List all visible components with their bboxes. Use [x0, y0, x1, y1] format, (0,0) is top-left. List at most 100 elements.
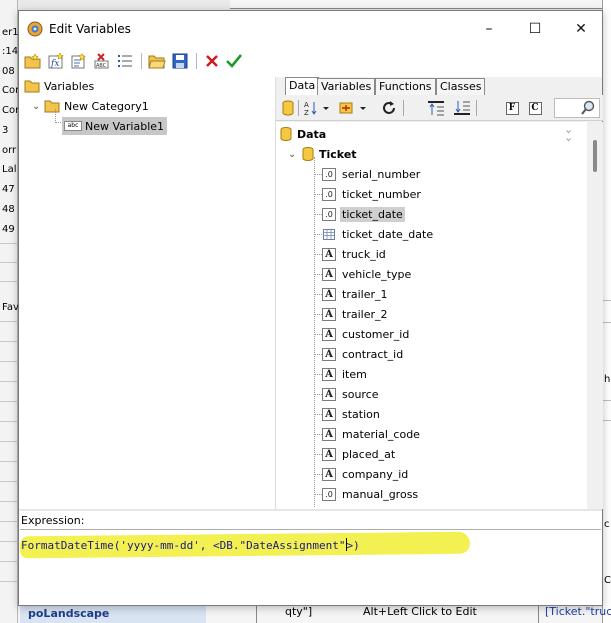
- bg-fragment: orr: [2, 145, 17, 156]
- field-row[interactable]: Atrailer_1: [322, 284, 387, 304]
- field-label: ticket_number: [342, 187, 421, 201]
- tab-functions[interactable]: Functions: [375, 78, 436, 95]
- panel-toolbar: AZ F C: [276, 95, 603, 121]
- sort-button[interactable]: AZ: [303, 99, 331, 117]
- new-category-button[interactable]: [23, 51, 43, 71]
- tree-node-category[interactable]: ⌄ New Category1: [32, 97, 149, 115]
- tree-connector: [315, 354, 322, 355]
- bg-fragment: Alt+Left Click to Edit: [363, 605, 477, 618]
- collapse-chevron-icon[interactable]: ⌄ ⌄: [564, 124, 573, 143]
- variable-icon: abc: [64, 121, 82, 131]
- field-row[interactable]: .0 manual_gross: [322, 484, 418, 504]
- splitter[interactable]: [19, 509, 602, 511]
- field-row[interactable]: Atrailer_2: [322, 304, 387, 324]
- field-label: ticket_date_date: [342, 227, 434, 241]
- chevron-down-icon[interactable]: ⌄: [32, 101, 44, 112]
- collapse-all-icon: [428, 101, 444, 116]
- field-row[interactable]: Acustomer_id: [322, 324, 409, 344]
- search-icon: [581, 100, 595, 115]
- format-f-button[interactable]: F: [504, 99, 520, 117]
- background-right-column: hi c Cl: [602, 0, 611, 623]
- format-c-button[interactable]: C: [527, 99, 543, 117]
- date-field-icon: [322, 227, 336, 241]
- field-row[interactable]: Aplaced_at: [322, 444, 395, 464]
- minimize-button[interactable]: –: [466, 11, 512, 47]
- field-row[interactable]: Aitem: [322, 364, 367, 384]
- field-row[interactable]: .0 ticket_date: [322, 204, 405, 224]
- edit-variables-dialog: Edit Variables – ☐ ✕ fx ABC Variables ⌄ …: [18, 10, 603, 606]
- refresh-button[interactable]: [380, 99, 398, 117]
- dialog-toolbar: fx ABC: [19, 47, 602, 75]
- database-button[interactable]: [281, 99, 295, 117]
- tab-classes[interactable]: Classes: [436, 78, 486, 95]
- tab-variables[interactable]: Variables: [317, 78, 376, 95]
- tree-connector: [315, 254, 322, 255]
- delete-button[interactable]: ABC: [92, 51, 112, 71]
- tree-node-variables[interactable]: Variables: [24, 77, 94, 95]
- new-function-icon: fx: [48, 53, 64, 69]
- field-row[interactable]: Asource: [322, 384, 379, 404]
- maximize-button[interactable]: ☐: [512, 11, 558, 47]
- chevron-down-icon[interactable]: ⌄: [288, 149, 302, 160]
- bg-fragment: Cl: [604, 575, 611, 586]
- cancel-button[interactable]: [202, 51, 222, 71]
- text-field-icon: A: [322, 367, 336, 381]
- expression-text[interactable]: FormatDateTime('yyyy-mm-dd', <DB."DateAs…: [21, 538, 360, 552]
- tree-connector: [315, 234, 322, 235]
- title-bar[interactable]: Edit Variables – ☐ ✕: [19, 11, 602, 47]
- list-button[interactable]: [115, 51, 135, 71]
- save-icon: [172, 53, 188, 69]
- field-row[interactable]: .0 serial_number: [322, 164, 420, 184]
- numeric-field-icon: .0: [322, 187, 336, 201]
- save-button[interactable]: [170, 51, 190, 71]
- edit-button[interactable]: [69, 51, 89, 71]
- data-root-node[interactable]: Data: [280, 124, 326, 144]
- search-input[interactable]: [554, 98, 600, 118]
- field-row[interactable]: Acontract_id: [322, 344, 403, 364]
- ok-button[interactable]: [224, 51, 244, 71]
- tree-connector: [315, 454, 322, 455]
- text-field-icon: A: [322, 267, 336, 281]
- expand-all-button[interactable]: [453, 99, 471, 117]
- bg-fragment: Fav: [2, 302, 18, 313]
- scrollbar-thumb[interactable]: [593, 140, 597, 172]
- bg-fragment: Cor: [2, 85, 18, 96]
- tree-connector: [315, 494, 322, 495]
- field-row[interactable]: Astation: [322, 404, 380, 424]
- tab-data[interactable]: Data: [285, 77, 320, 95]
- close-button[interactable]: ✕: [558, 11, 604, 47]
- field-row[interactable]: Acompany_id: [322, 464, 408, 484]
- text-field-icon: A: [322, 387, 336, 401]
- field-label: source: [342, 387, 379, 401]
- table-node-ticket[interactable]: ⌄ Ticket: [288, 144, 357, 164]
- field-label: item: [342, 367, 367, 381]
- field-row[interactable]: .0 ticket_number: [322, 184, 421, 204]
- data-tree: ⌄ ⌄ Data ⌄ Ticket .0 serial_number .0 ticket…: [276, 122, 587, 509]
- bg-fragment: 49: [2, 224, 15, 235]
- background-left-column: er1 :14 08 Cor Cor 3 orr Lal 47 48 49 Fa…: [0, 0, 18, 623]
- background-page-label: poLandscape: [20, 604, 206, 623]
- field-label: truck_id: [342, 247, 386, 261]
- expression-editor[interactable]: FormatDateTime('yyyy-mm-dd', <DB."DateAs…: [19, 529, 601, 603]
- field-row[interactable]: Atruck_id: [322, 244, 386, 264]
- tree-connector: [315, 334, 322, 335]
- numeric-field-icon: .0: [322, 167, 336, 181]
- new-function-button[interactable]: fx: [46, 51, 66, 71]
- text-field-icon: A: [322, 407, 336, 421]
- tree-node-variable[interactable]: abc New Variable1: [62, 117, 168, 135]
- variables-app-icon: [27, 21, 43, 37]
- insert-field-icon: [339, 102, 366, 114]
- text-field-icon: A: [322, 447, 336, 461]
- insert-field-button[interactable]: [338, 99, 370, 117]
- data-tree-scrollbar[interactable]: [587, 122, 603, 509]
- field-row[interactable]: ticket_date_date: [322, 224, 433, 244]
- open-button[interactable]: [147, 51, 167, 71]
- collapse-all-button[interactable]: [427, 99, 445, 117]
- text-field-icon: A: [322, 347, 336, 361]
- table-icon: [302, 147, 314, 161]
- cancel-icon: [206, 55, 218, 67]
- field-row[interactable]: Amaterial_code: [322, 424, 420, 444]
- tree-connector: [315, 174, 322, 175]
- field-row[interactable]: Avehicle_type: [322, 264, 411, 284]
- open-icon: [148, 55, 166, 69]
